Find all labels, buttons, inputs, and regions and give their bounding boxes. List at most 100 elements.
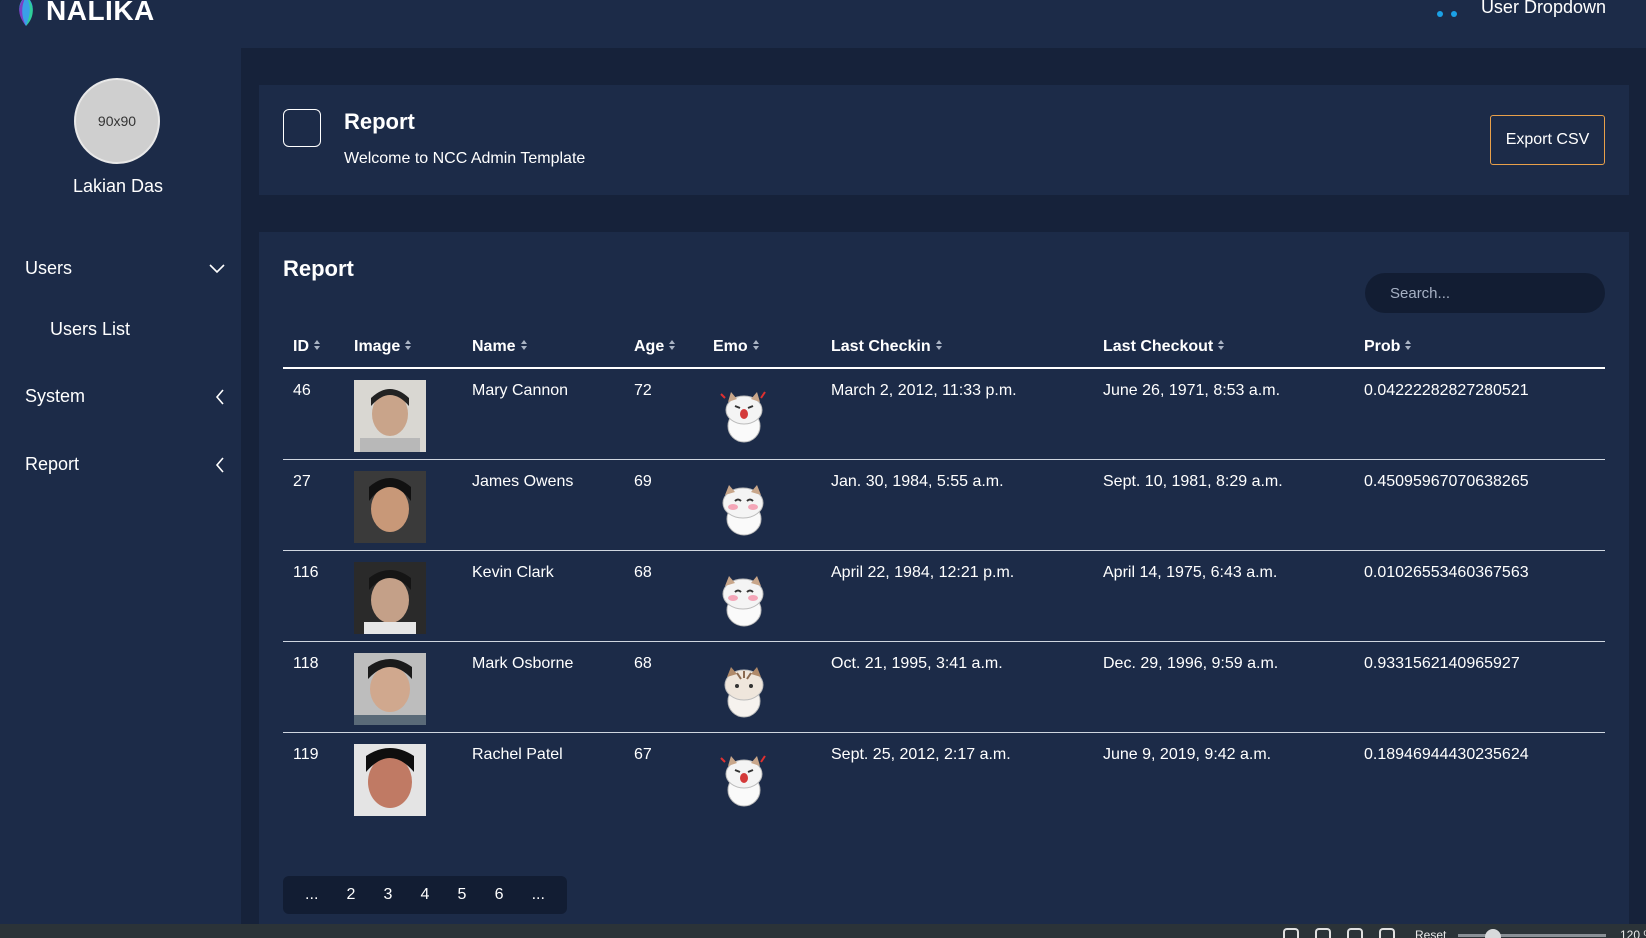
cell-last-checkout: Dec. 29, 1996, 9:59 a.m. [1093, 641, 1354, 733]
table-row[interactable]: 118 Mark Osborne 68 Oct. 21, 1995, 3:41 … [283, 641, 1605, 733]
page-title: Report [344, 109, 415, 134]
brand-name: NALIKA [46, 0, 155, 26]
column-header-id[interactable]: ID [283, 328, 344, 369]
table-header-row: ID Image Name Age Emo Last Checkin Last … [283, 328, 1605, 369]
cell-id: 116 [283, 550, 344, 642]
cell-image [344, 459, 462, 551]
cell-id: 118 [283, 641, 344, 733]
sort-icon [313, 338, 321, 356]
table-row[interactable]: 27 James Owens 69 Jan. 30, 1984, 5:55 a.… [283, 459, 1605, 551]
avatar-placeholder-text: 90x90 [97, 113, 137, 129]
cell-last-checkin: March 2, 2012, 11:33 p.m. [821, 368, 1093, 460]
face-photo [354, 743, 426, 816]
cell-prob: 0.9331562140965927 [1354, 641, 1605, 733]
column-header-image[interactable]: Image [344, 328, 462, 369]
cell-prob: 0.45095967070638265 [1354, 459, 1605, 551]
user-dropdown[interactable]: User Dropdown [1436, 0, 1606, 18]
sidebar-item-report[interactable]: Report [25, 454, 225, 475]
cell-image [344, 550, 462, 642]
page-4[interactable]: 4 [415, 886, 436, 904]
cell-last-checkin: Jan. 30, 1984, 5:55 a.m. [821, 459, 1093, 551]
cell-image [344, 368, 462, 460]
sidebar-item-users-list[interactable]: Users List [50, 319, 130, 340]
angry-cat-sticker-icon [720, 754, 766, 806]
profile-name: Lakian Das [72, 176, 164, 196]
table-row[interactable]: 116 Kevin Clark 68 April 22, 1984, 12:21… [283, 550, 1605, 642]
zoom-slider-handle[interactable] [1485, 929, 1501, 938]
cell-age: 67 [634, 745, 652, 763]
neutral-cat-sticker-icon [724, 666, 764, 717]
cell-prob: 0.18946944430235624 [1364, 745, 1529, 763]
cell-age: 68 [624, 550, 703, 642]
grid-icon[interactable] [1347, 928, 1363, 938]
cell-image [344, 732, 462, 823]
sidebar-item-users[interactable]: Users [25, 258, 225, 279]
sort-icon [520, 338, 528, 356]
column-header-name[interactable]: Name [462, 328, 624, 369]
user-dropdown-label: User Dropdown [1480, 0, 1606, 17]
face-photo [354, 470, 426, 543]
happy-cat-sticker-icon [722, 575, 764, 626]
code-icon[interactable] [1379, 928, 1395, 938]
cell-name: Mary Cannon [462, 368, 624, 460]
brand-logo[interactable]: NALIKA [12, 0, 155, 28]
sort-icon [1217, 338, 1225, 356]
page-3[interactable]: 3 [378, 886, 399, 904]
tool-icons [1283, 924, 1395, 938]
cell-emo [703, 641, 821, 733]
face-photo [354, 380, 426, 452]
cell-last-checkin: Oct. 21, 1995, 3:41 a.m. [821, 641, 1093, 733]
face-photo [354, 652, 426, 725]
cell-emo [703, 368, 821, 460]
export-csv-button[interactable]: Export CSV [1490, 115, 1605, 165]
top-bar: NALIKA User Dropdown [0, 0, 1646, 48]
cell-id: 46 [283, 368, 344, 460]
camera-icon[interactable] [1283, 928, 1299, 938]
cell-last-checkin: Sept. 25, 2012, 2:17 a.m. [831, 745, 1011, 763]
window-icon[interactable] [1315, 928, 1331, 938]
page-6[interactable]: 6 [489, 886, 510, 904]
page-header: Report Welcome to NCC Admin Template Exp… [259, 85, 1629, 195]
face-photo [354, 561, 426, 634]
sidebar-item-label: Users [25, 258, 73, 278]
chevron-left-icon [215, 456, 225, 473]
sort-icon [1404, 338, 1412, 356]
cell-name: James Owens [462, 459, 624, 551]
cell-last-checkout: June 26, 1971, 8:53 a.m. [1093, 368, 1354, 460]
column-header-age[interactable]: Age [624, 328, 703, 369]
chevron-down-icon [209, 263, 225, 274]
cell-last-checkout: June 9, 2019, 9:42 a.m. [1103, 745, 1272, 763]
sort-icon [668, 338, 676, 356]
zoom-slider[interactable] [1458, 934, 1606, 937]
column-header-prob[interactable]: Prob [1354, 328, 1605, 369]
search-input[interactable] [1365, 273, 1605, 313]
chevron-left-icon [215, 388, 225, 405]
cell-last-checkout: April 14, 1975, 6:43 a.m. [1093, 550, 1354, 642]
cell-emo [703, 459, 821, 551]
page-icon [283, 109, 321, 147]
cell-name: Mark Osborne [462, 641, 624, 733]
page-ellipsis-prev[interactable]: ... [299, 886, 324, 904]
cell-age: 72 [624, 368, 703, 460]
column-header-last-checkin[interactable]: Last Checkin [821, 328, 1093, 369]
sort-icon [935, 338, 943, 356]
page-5[interactable]: 5 [452, 886, 473, 904]
table-row[interactable]: 119 Rachel Patel 67 Sept. 25, 2012, 2:17… [283, 732, 1605, 823]
report-title: Report [283, 256, 354, 281]
page-2[interactable]: 2 [341, 886, 362, 904]
table-row[interactable]: 46 Mary Cannon 72 March 2, 2012, 11:33 p… [283, 368, 1605, 460]
sidebar: 90x90 Lakian Das Users Users List System… [0, 48, 241, 924]
page-ellipsis-next[interactable]: ... [526, 886, 551, 904]
column-header-emo[interactable]: Emo [703, 328, 821, 369]
column-header-last-checkout[interactable]: Last Checkout [1093, 328, 1354, 369]
cell-emo [703, 732, 821, 823]
browser-tool-strip: Reset 120 % [0, 924, 1646, 938]
cell-last-checkin: April 22, 1984, 12:21 p.m. [821, 550, 1093, 642]
cell-name: Rachel Patel [472, 745, 563, 763]
cell-id: 119 [293, 745, 319, 763]
zoom-level: 120 % [1620, 928, 1646, 938]
nalika-logo-icon [12, 0, 40, 28]
cell-image [344, 641, 462, 733]
reset-button[interactable]: Reset [1415, 928, 1446, 938]
sidebar-item-system[interactable]: System [25, 386, 225, 407]
